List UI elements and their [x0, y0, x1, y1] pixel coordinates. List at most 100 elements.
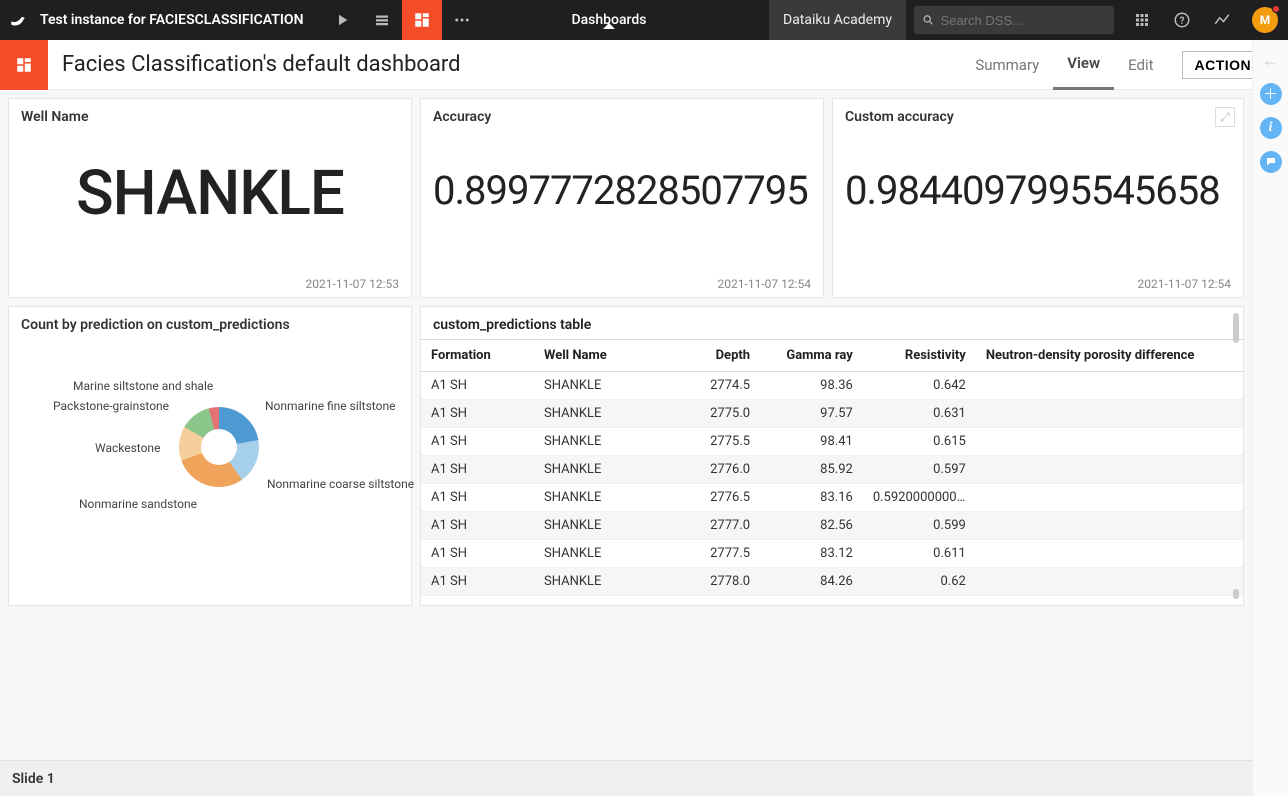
metric-value: SHANKLE	[9, 129, 411, 230]
notification-dot	[1272, 5, 1280, 13]
grid-icon	[1133, 11, 1151, 29]
dashboard-icon	[15, 56, 33, 74]
table-cell: SHANKLE	[534, 512, 657, 540]
chart-label: Nonmarine fine siltstone	[265, 399, 395, 413]
predictions-table: Formation Well Name Depth Gamma ray Resi…	[421, 339, 1243, 596]
table-cell: 2776.5	[657, 484, 760, 512]
chart-label: Packstone-grainstone	[53, 399, 169, 413]
table-cell	[976, 484, 1243, 512]
table-cell	[976, 568, 1243, 596]
collapse-rail-button[interactable]: ←	[1262, 50, 1280, 71]
app-logo[interactable]	[0, 0, 36, 40]
table-cell: 0.599	[863, 512, 976, 540]
table-cell	[976, 540, 1243, 568]
tile-custom-accuracy[interactable]: ⤢ Custom accuracy 0.9844097995545658 202…	[832, 98, 1244, 298]
scroll-thumb[interactable]	[1233, 589, 1239, 599]
apps-button[interactable]	[1122, 0, 1162, 40]
tile-title: Well Name	[9, 99, 411, 129]
table-cell: SHANKLE	[534, 568, 657, 596]
table-cell: SHANKLE	[534, 484, 657, 512]
add-button[interactable]: ＋	[1260, 83, 1282, 105]
global-search[interactable]	[914, 6, 1114, 34]
table-cell	[976, 456, 1243, 484]
table-cell: 0.597	[863, 456, 976, 484]
chart-label: Nonmarine sandstone	[79, 497, 197, 511]
help-button[interactable]: ?	[1162, 0, 1202, 40]
stack-icon	[373, 11, 391, 29]
table-cell: 0.642	[863, 372, 976, 400]
tile-timestamp: 2021-11-07 12:54	[1138, 277, 1231, 291]
tile-accuracy[interactable]: Accuracy 0.8997772828507795 2021-11-07 1…	[420, 98, 824, 298]
activity-button[interactable]	[1202, 0, 1242, 40]
play-button[interactable]	[322, 0, 362, 40]
dashboards-nav-button[interactable]	[402, 0, 442, 40]
top-nav: Test instance for FACIESCLASSIFICATION D…	[0, 0, 1288, 40]
table-cell: 98.36	[760, 372, 863, 400]
info-button[interactable]: i	[1260, 117, 1282, 139]
scroll-thumb[interactable]	[1233, 313, 1239, 343]
dashboard-canvas: Well Name SHANKLE 2021-11-07 12:53 Accur…	[0, 90, 1252, 760]
table-row[interactable]: A1 SHSHANKLE2775.097.570.631	[421, 400, 1243, 428]
tab-summary[interactable]: Summary	[961, 40, 1053, 90]
col-header[interactable]: Neutron-density porosity difference	[976, 340, 1243, 372]
jobs-button[interactable]	[362, 0, 402, 40]
dashboards-breadcrumb[interactable]: Dashboards	[482, 12, 737, 28]
table-cell	[976, 372, 1243, 400]
table-row[interactable]: A1 SHSHANKLE2778.084.260.62	[421, 568, 1243, 596]
tile-timestamp: 2021-11-07 12:53	[306, 277, 399, 291]
svg-text:?: ?	[1180, 16, 1185, 27]
table-row[interactable]: A1 SHSHANKLE2776.085.920.597	[421, 456, 1243, 484]
table-cell: 83.16	[760, 484, 863, 512]
table-cell: 0.615	[863, 428, 976, 456]
donut-chart: Marine siltstone and shale Packstone-gra…	[9, 337, 411, 587]
donut-ring	[179, 407, 259, 487]
table-row[interactable]: A1 SHSHANKLE2775.598.410.615	[421, 428, 1243, 456]
slide-bar: Slide 1	[0, 760, 1252, 796]
metric-value: 0.8997772828507795	[421, 129, 823, 214]
table-cell: A1 SH	[421, 512, 534, 540]
table-cell: 83.12	[760, 540, 863, 568]
table-cell: SHANKLE	[534, 372, 657, 400]
table-cell: 0.59200000000…	[863, 484, 976, 512]
table-cell	[976, 428, 1243, 456]
more-nav-button[interactable]	[442, 0, 482, 40]
table-cell: SHANKLE	[534, 400, 657, 428]
tab-view[interactable]: View	[1053, 40, 1114, 90]
col-header[interactable]: Resistivity	[863, 340, 976, 372]
tile-predictions-table[interactable]: custom_predictions table Formation Well …	[420, 306, 1244, 606]
table-cell: 2778.0	[657, 568, 760, 596]
table-cell: 2777.0	[657, 512, 760, 540]
comments-button[interactable]	[1260, 151, 1282, 173]
col-header[interactable]: Gamma ray	[760, 340, 863, 372]
table-row[interactable]: A1 SHSHANKLE2776.583.160.59200000000…	[421, 484, 1243, 512]
col-header[interactable]: Depth	[657, 340, 760, 372]
table-row[interactable]: A1 SHSHANKLE2777.082.560.599	[421, 512, 1243, 540]
table-cell: A1 SH	[421, 400, 534, 428]
slide-label[interactable]: Slide 1	[12, 771, 55, 787]
table-cell: 2777.5	[657, 540, 760, 568]
academy-link[interactable]: Dataiku Academy	[769, 0, 906, 40]
right-rail: ← ＋ i	[1252, 40, 1288, 796]
tile-well-name[interactable]: Well Name SHANKLE 2021-11-07 12:53	[8, 98, 412, 298]
table-cell: A1 SH	[421, 540, 534, 568]
col-header[interactable]: Formation	[421, 340, 534, 372]
tile-prediction-chart[interactable]: Count by prediction on custom_prediction…	[8, 306, 412, 606]
project-name[interactable]: Test instance for FACIESCLASSIFICATION	[40, 12, 304, 28]
tile-title: Count by prediction on custom_prediction…	[9, 307, 411, 337]
expand-tile-button[interactable]: ⤢	[1215, 107, 1235, 127]
table-row[interactable]: A1 SHSHANKLE2774.598.360.642	[421, 372, 1243, 400]
chart-label: Wackestone	[95, 441, 160, 455]
dashboard-title: Facies Classification's default dashboar…	[62, 52, 961, 77]
col-header[interactable]: Well Name	[534, 340, 657, 372]
user-avatar[interactable]: M	[1252, 7, 1278, 33]
dashboard-icon	[413, 11, 431, 29]
table-scrollbar[interactable]	[1233, 313, 1239, 599]
table-cell: A1 SH	[421, 456, 534, 484]
search-input[interactable]	[941, 13, 1106, 28]
table-cell: 97.57	[760, 400, 863, 428]
table-row[interactable]: A1 SHSHANKLE2777.583.120.611	[421, 540, 1243, 568]
table-cell: 98.41	[760, 428, 863, 456]
tab-edit[interactable]: Edit	[1114, 40, 1167, 90]
table-cell: 2775.0	[657, 400, 760, 428]
dots-icon	[453, 11, 471, 29]
